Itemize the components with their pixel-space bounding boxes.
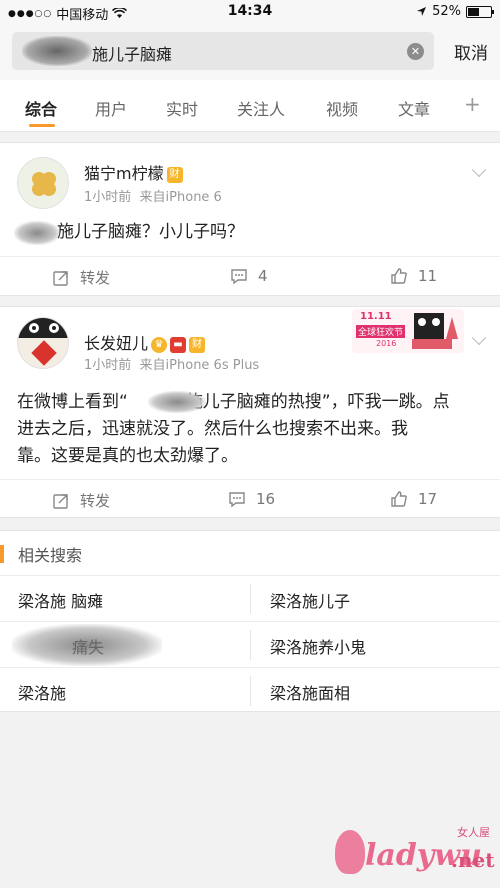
blurred-region bbox=[14, 221, 60, 245]
post-meta: 1小时前 来自iPhone 6 bbox=[84, 186, 222, 205]
divider bbox=[250, 630, 251, 660]
related-item[interactable]: 梁洛施 bbox=[18, 680, 66, 704]
related-item[interactable]: 梁洛施面相 bbox=[270, 680, 350, 704]
post-text: 施儿子脑瘫？小儿子吗？ bbox=[17, 219, 483, 246]
tab-video[interactable]: 视频 bbox=[326, 96, 358, 120]
divider bbox=[250, 676, 251, 706]
username[interactable]: 猫宁m柠檬 bbox=[84, 164, 164, 183]
tab-users[interactable]: 用户 bbox=[95, 96, 127, 120]
comment-icon bbox=[229, 492, 245, 508]
battery-icon bbox=[466, 5, 494, 18]
username[interactable]: 长发妞儿 bbox=[84, 334, 148, 353]
post-actions: 转发 16 17 bbox=[0, 479, 500, 519]
watermark: ladywu .net 女人屋 bbox=[335, 818, 495, 878]
clover-icon bbox=[32, 172, 56, 196]
repost-label: 转发 bbox=[80, 492, 111, 510]
watermark-logo-icon bbox=[335, 830, 365, 874]
related-item[interactable]: 梁洛施养小鬼 bbox=[270, 634, 366, 658]
related-row: 梁洛施 梁洛施面相 bbox=[0, 667, 500, 713]
avatar[interactable] bbox=[17, 157, 69, 209]
like-count: 17 bbox=[418, 490, 438, 508]
post-meta: 1小时前 来自iPhone 6s Plus bbox=[84, 354, 259, 373]
status-right: 52% bbox=[416, 4, 494, 19]
related-item[interactable]: 梁洛施 脑瘫 bbox=[18, 588, 103, 612]
post-body-line1a: 在微博上看到“ bbox=[17, 392, 128, 412]
red-envelope-icon: ▬ bbox=[170, 337, 187, 353]
related-title: 相关搜索 bbox=[18, 546, 83, 565]
related-header: 相关搜索 bbox=[0, 539, 82, 569]
post-text: 在微博上看到“ 施儿子脑瘫的热搜”，吓我一跳。点 进去之后，迅速就没了。然后什么也… bbox=[17, 389, 483, 470]
blurred-region bbox=[148, 391, 206, 413]
repost-icon bbox=[53, 270, 68, 286]
related-searches: 相关搜索 梁洛施 脑瘫 梁洛施儿子 痛失 梁洛施养小鬼 梁洛施 梁洛施面相 bbox=[0, 530, 500, 712]
repost-label: 转发 bbox=[80, 269, 111, 287]
comment-count: 4 bbox=[258, 267, 268, 285]
thumbs-up-icon bbox=[391, 268, 407, 284]
wealth-badge-icon: 财 bbox=[189, 337, 206, 353]
chevron-down-icon[interactable] bbox=[471, 162, 487, 178]
promo-banner[interactable]: 11.11 全球狂欢节 2016 bbox=[352, 309, 464, 353]
tab-following[interactable]: 关注人 bbox=[237, 96, 285, 120]
related-item[interactable]: 痛失 bbox=[72, 634, 104, 658]
tab-articles[interactable]: 文章 bbox=[398, 96, 430, 120]
like-button[interactable]: 17 bbox=[390, 490, 437, 508]
divider bbox=[250, 584, 251, 614]
related-item[interactable]: 梁洛施儿子 bbox=[270, 588, 350, 612]
post-body-line1b: 施儿子脑瘫的热搜”，吓我一跳。点 bbox=[185, 392, 450, 412]
post-source: 来自iPhone 6 bbox=[139, 190, 222, 205]
avatar[interactable] bbox=[17, 317, 69, 369]
wealth-badge-icon: 财 bbox=[166, 167, 183, 183]
search-input[interactable]: 施儿子脑瘫 ✕ bbox=[12, 32, 434, 70]
banner-title: 全球狂欢节 bbox=[356, 325, 406, 338]
add-tab-icon[interactable]: + bbox=[464, 92, 481, 116]
watermark-domain: .net bbox=[451, 848, 495, 872]
tab-realtime[interactable]: 实时 bbox=[166, 96, 198, 120]
active-tab-indicator bbox=[29, 124, 55, 127]
chevron-down-icon[interactable] bbox=[471, 330, 487, 346]
blurred-region bbox=[22, 36, 92, 66]
weibo-post[interactable]: 猫宁m柠檬财 1小时前 来自iPhone 6 施儿子脑瘫？小儿子吗？ 转发 4 … bbox=[0, 142, 500, 296]
comment-button[interactable]: 4 bbox=[230, 267, 268, 285]
post-actions: 转发 4 11 bbox=[0, 256, 500, 296]
post-body-line2: 进去之后，迅速就没了。然后什么也搜索不出来。我 bbox=[17, 419, 408, 439]
status-bar: ●●●○○ 中国移动 14:34 52% bbox=[0, 0, 500, 24]
post-author[interactable]: 长发妞儿 ♛ ▬ 财 bbox=[84, 330, 206, 354]
related-row: 梁洛施 脑瘫 梁洛施儿子 bbox=[0, 575, 500, 621]
like-count: 11 bbox=[418, 267, 438, 285]
section-accent-bar bbox=[0, 545, 4, 563]
post-source: 来自iPhone 6s Plus bbox=[139, 358, 260, 373]
clear-icon[interactable]: ✕ bbox=[407, 43, 424, 60]
thumbs-up-icon bbox=[391, 491, 407, 507]
post-body: 施儿子脑瘫？小儿子吗？ bbox=[57, 222, 244, 242]
post-author[interactable]: 猫宁m柠檬财 bbox=[84, 160, 183, 184]
crown-badge-icon: ♛ bbox=[151, 337, 168, 353]
repost-button[interactable]: 转发 bbox=[52, 267, 110, 288]
search-header: 施儿子脑瘫 ✕ 取消 bbox=[0, 24, 500, 80]
comment-button[interactable]: 16 bbox=[228, 490, 275, 508]
cat-avatar-icon bbox=[18, 318, 68, 366]
post-body-line3: 靠。这要是真的也太劲爆了。 bbox=[17, 446, 238, 466]
comment-icon bbox=[231, 269, 247, 285]
related-row: 痛失 梁洛施养小鬼 bbox=[0, 621, 500, 667]
repost-icon bbox=[53, 493, 68, 509]
battery-percent: 52% bbox=[432, 4, 461, 19]
banner-date: 11.11 bbox=[360, 311, 392, 322]
tab-bar: 综合 用户 实时 关注人 视频 文章 + bbox=[0, 80, 500, 132]
repost-button[interactable]: 转发 bbox=[52, 490, 110, 511]
watermark-subtitle: 女人屋 bbox=[457, 826, 490, 839]
location-arrow-icon bbox=[417, 7, 427, 16]
post-time: 1小时前 bbox=[84, 358, 132, 373]
weibo-post[interactable]: 长发妞儿 ♛ ▬ 财 1小时前 来自iPhone 6s Plus 11.11 全球狂欢… bbox=[0, 306, 500, 518]
banner-year: 2016 bbox=[376, 339, 397, 348]
cancel-button[interactable]: 取消 bbox=[454, 39, 488, 64]
comment-count: 16 bbox=[256, 490, 276, 508]
post-time: 1小时前 bbox=[84, 190, 132, 205]
search-query-text: 施儿子脑瘫 bbox=[92, 45, 173, 64]
tab-all[interactable]: 综合 bbox=[25, 96, 57, 120]
battery-fill bbox=[468, 7, 480, 16]
like-button[interactable]: 11 bbox=[390, 267, 437, 285]
